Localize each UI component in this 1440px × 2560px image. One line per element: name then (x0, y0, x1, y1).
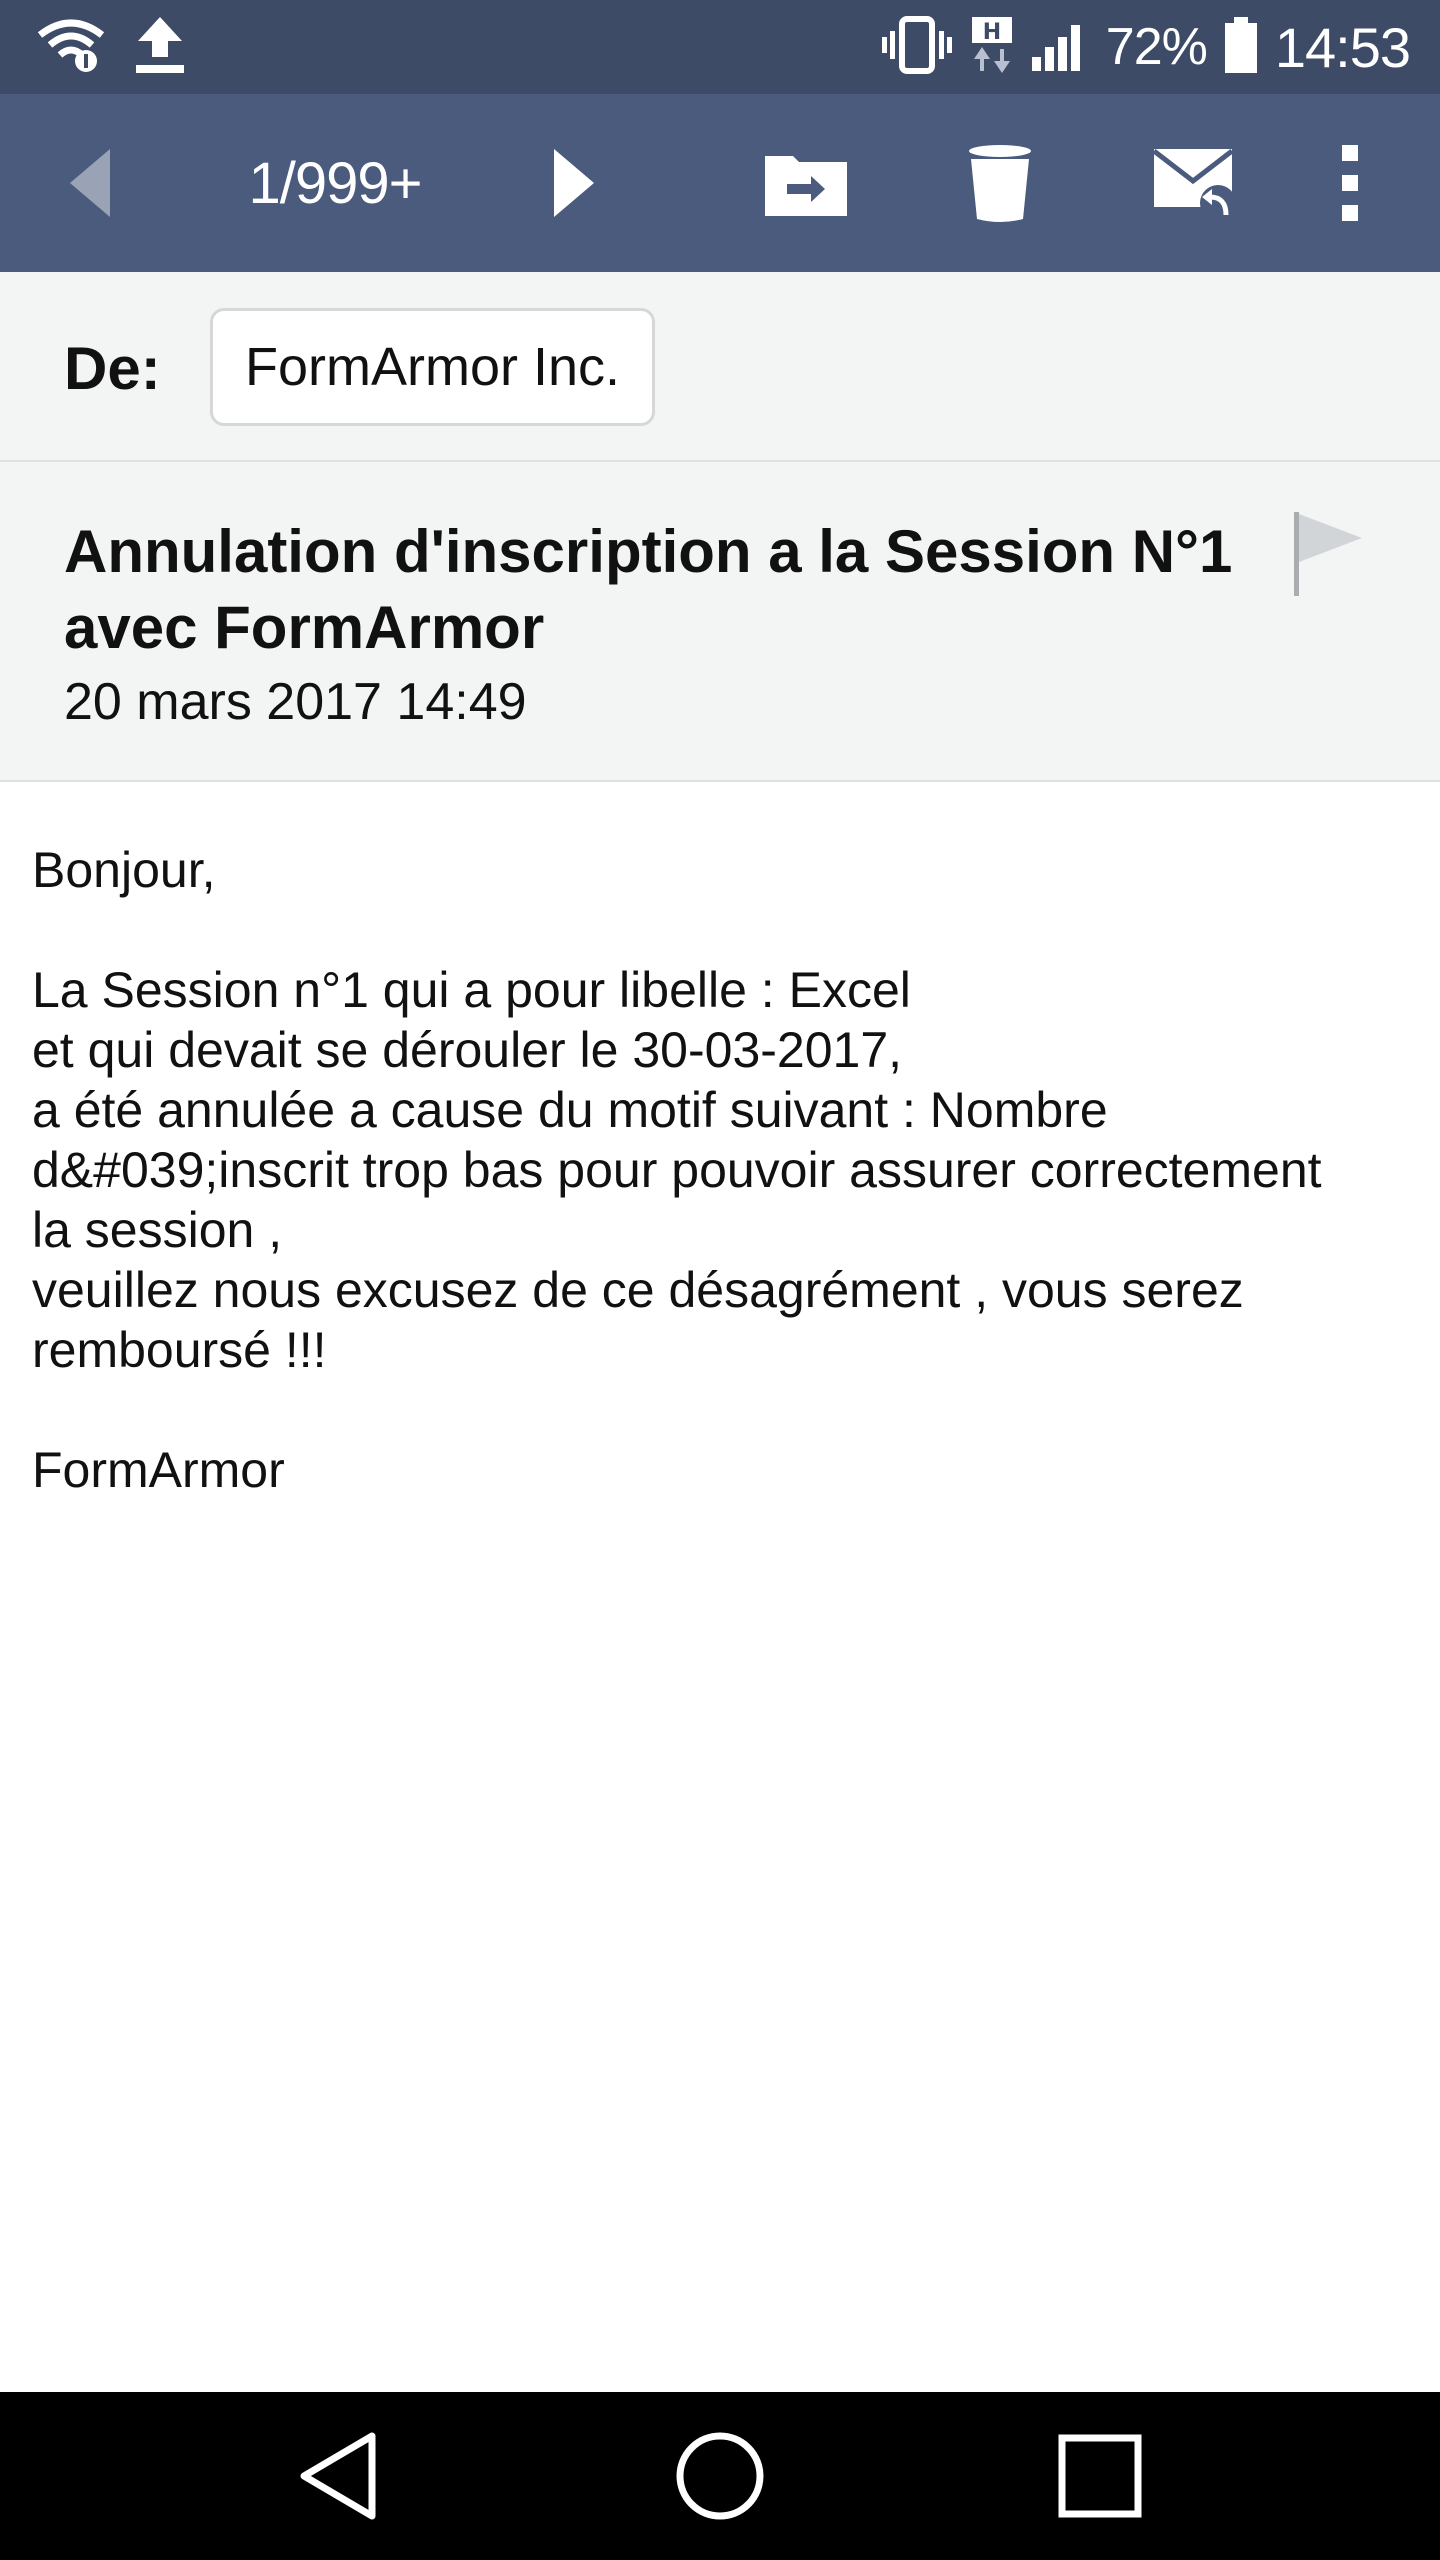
trash-icon (969, 145, 1031, 222)
move-to-folder-button[interactable] (756, 94, 856, 272)
hspa-icon: H (970, 15, 1014, 80)
body-line (32, 1380, 1412, 1440)
message-date: 20 mars 2017 14:49 (64, 673, 527, 731)
subject-header: Annulation d'inscription a la Session N°… (0, 462, 1440, 782)
sender-chip[interactable]: FormArmor Inc. (210, 308, 656, 426)
message-counter: 1/999+ (248, 150, 422, 216)
status-left (36, 15, 214, 80)
reply-mail-icon (1152, 149, 1236, 221)
body-line: et qui devait se dérouler le 30-03-2017, (32, 1022, 903, 1078)
next-message-button[interactable] (534, 94, 614, 272)
prev-icon (70, 149, 110, 217)
flag-icon[interactable] (1290, 508, 1370, 598)
from-label: De: (64, 335, 161, 402)
from-row: De: FormArmor Inc. (0, 272, 1440, 462)
reply-button[interactable] (1140, 94, 1250, 272)
status-right: H 72% 14:53 (864, 15, 1411, 80)
status-bar: H 72% 14:53 (0, 0, 1440, 94)
body-line: la session , (32, 1202, 283, 1258)
more-icon (1342, 145, 1358, 221)
delete-button[interactable] (950, 94, 1050, 272)
mail-toolbar: 1/999+ (0, 94, 1440, 272)
home-icon[interactable] (670, 2426, 770, 2526)
next-icon (554, 149, 594, 217)
body-line: d&#039;inscrit trop bas pour pouvoir ass… (32, 1142, 1322, 1198)
wifi-icon (36, 17, 106, 78)
previous-message-button[interactable] (50, 94, 130, 272)
body-line: veuillez nous excusez de ce désagrément … (32, 1262, 1244, 1318)
clock: 14:53 (1274, 15, 1411, 79)
body-line: a été annulée a cause du motif suivant :… (32, 1082, 1108, 1138)
vibrate-icon (880, 15, 954, 80)
system-nav-bar (0, 2392, 1440, 2560)
signal-icon (1030, 17, 1090, 78)
body-line: Bonjour, (32, 842, 216, 898)
body-line: La Session n°1 qui a pour libelle : Exce… (32, 962, 911, 1018)
battery-percent: 72% (1105, 18, 1208, 76)
more-options-button[interactable] (1320, 94, 1380, 272)
body-line: remboursé !!! (32, 1322, 327, 1378)
upload-icon (132, 15, 188, 80)
battery-icon (1223, 15, 1259, 80)
svg-text:H: H (983, 20, 1001, 45)
recents-icon[interactable] (1050, 2426, 1150, 2526)
back-icon[interactable] (290, 2426, 390, 2526)
message-body: Bonjour, La Session n°1 qui a pour libel… (32, 840, 1412, 1500)
subject-title: Annulation d'inscription a la Session N°… (64, 518, 1233, 661)
move-folder-icon (765, 156, 847, 216)
body-line: FormArmor (32, 1442, 285, 1498)
body-line (32, 900, 1412, 960)
